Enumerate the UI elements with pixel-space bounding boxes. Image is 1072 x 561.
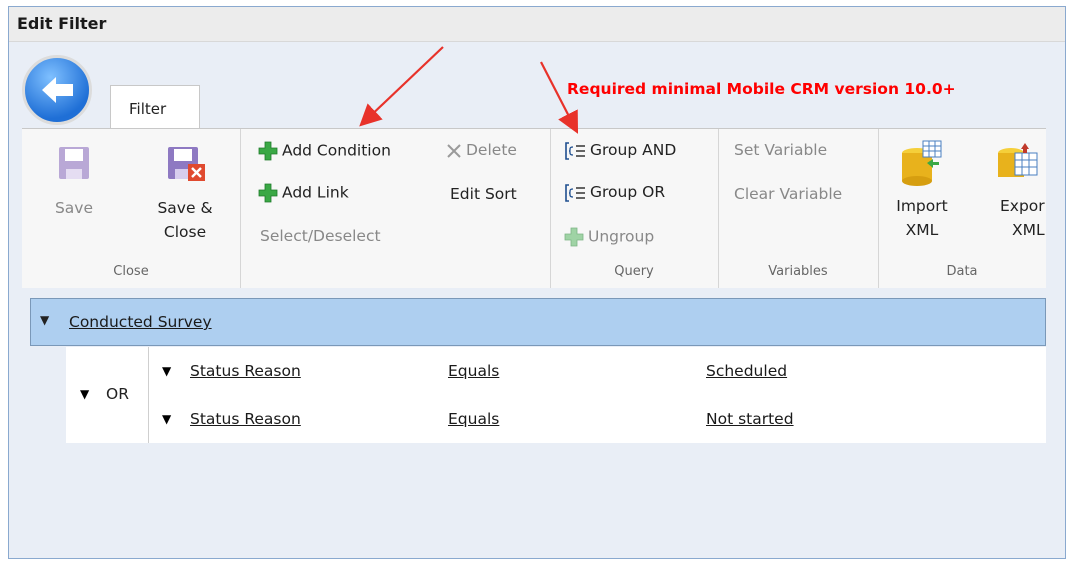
condition-row[interactable]: ▼ Status Reason Equals Scheduled	[150, 356, 1046, 396]
collapse-triangle-icon[interactable]: ▼	[80, 387, 89, 401]
clear-variable-label: Clear Variable	[734, 185, 843, 203]
tab-filter[interactable]: Filter	[110, 85, 200, 129]
condition-value-link[interactable]: Scheduled	[706, 362, 787, 380]
condition-value-link[interactable]: Not started	[706, 410, 794, 428]
condition-row[interactable]: ▼ Status Reason Equals Not started	[150, 404, 1046, 444]
group-or-button[interactable]: Group OR	[564, 183, 665, 202]
condition-field-link[interactable]: Status Reason	[190, 410, 301, 428]
query-group-label: Query	[614, 264, 654, 279]
import-xml-button[interactable]: Import XML	[890, 139, 954, 239]
variables-group-label: Variables	[768, 264, 828, 279]
export-label-2: XML	[1012, 221, 1045, 239]
condition-operator-link[interactable]: Equals	[448, 410, 499, 428]
green-plus-icon	[258, 141, 278, 161]
data-group: Import XML Expor XML Data	[878, 129, 1046, 289]
save-close-icon	[168, 147, 205, 181]
ungroup-button[interactable]: Ungroup	[564, 227, 654, 247]
database-export-icon	[998, 143, 1038, 177]
export-xml-button[interactable]: Expor XML	[990, 139, 1046, 239]
back-arrow-icon	[42, 77, 73, 103]
add-condition-button[interactable]: Add Condition	[258, 141, 391, 161]
add-link-button[interactable]: Add Link	[258, 183, 349, 203]
ribbon: Save Save & Close Close Add Condition Ad…	[22, 128, 1046, 290]
save-close-label-2: Close	[163, 223, 207, 241]
group-bracket-icon	[565, 141, 585, 160]
select-deselect-button[interactable]: Select/Deselect	[260, 227, 381, 245]
floppy-disk-icon	[59, 147, 89, 179]
entity-row[interactable]: ▼ Conducted Survey	[30, 298, 1046, 346]
green-plus-icon	[564, 227, 584, 247]
group-bracket-icon	[565, 183, 585, 202]
green-plus-icon	[258, 183, 278, 203]
group-and-button[interactable]: Group AND	[564, 141, 676, 160]
save-close-label-1: Save &	[157, 199, 213, 217]
group-or-label: Group OR	[590, 183, 666, 201]
tab-filter-label: Filter	[129, 100, 167, 118]
edit-group: Add Condition Add Link Select/Deselect D…	[240, 129, 551, 289]
save-label: Save	[54, 199, 94, 217]
delete-button[interactable]: Delete	[446, 141, 517, 159]
set-variable-button[interactable]: Set Variable	[734, 141, 827, 159]
version-requirement-note: Required minimal Mobile CRM version 10.0…	[567, 80, 956, 98]
window-title: Edit Filter	[17, 14, 107, 33]
group-operator-cell[interactable]: ▼ OR	[66, 347, 149, 443]
condition-field-link[interactable]: Status Reason	[190, 362, 301, 380]
collapse-triangle-icon[interactable]: ▼	[40, 313, 49, 327]
collapse-triangle-icon[interactable]: ▼	[162, 364, 171, 378]
save-close-button[interactable]: Save & Close	[150, 143, 220, 241]
edit-sort-button[interactable]: Edit Sort	[450, 185, 517, 203]
import-label-2: XML	[905, 221, 939, 239]
import-label-1: Import	[896, 197, 948, 215]
group-operator-label: OR	[106, 385, 129, 403]
export-label-1: Expor	[1000, 197, 1045, 215]
save-button[interactable]: Save	[46, 143, 102, 217]
select-deselect-label: Select/Deselect	[260, 227, 381, 245]
title-bar: Edit Filter	[9, 7, 1065, 42]
edit-sort-label: Edit Sort	[450, 185, 517, 203]
query-group: Group AND Group OR Ungroup Query	[550, 129, 719, 289]
back-button[interactable]	[22, 55, 92, 125]
delete-x-icon	[447, 143, 461, 158]
clear-variable-button[interactable]: Clear Variable	[734, 185, 842, 203]
delete-label: Delete	[466, 141, 517, 159]
ungroup-label: Ungroup	[588, 227, 655, 246]
condition-operator-link[interactable]: Equals	[448, 362, 499, 380]
add-link-label: Add Link	[282, 183, 349, 202]
set-variable-label: Set Variable	[734, 141, 828, 159]
add-condition-label: Add Condition	[282, 141, 391, 160]
data-group-label: Data	[946, 264, 978, 279]
close-group: Save Save & Close Close	[22, 129, 241, 289]
database-import-icon	[902, 140, 942, 186]
collapse-triangle-icon[interactable]: ▼	[162, 412, 171, 426]
variables-group: Set Variable Clear Variable Variables	[718, 129, 879, 289]
close-group-label: Close	[113, 264, 149, 279]
group-and-label: Group AND	[590, 141, 677, 159]
entity-name-link[interactable]: Conducted Survey	[69, 313, 212, 331]
